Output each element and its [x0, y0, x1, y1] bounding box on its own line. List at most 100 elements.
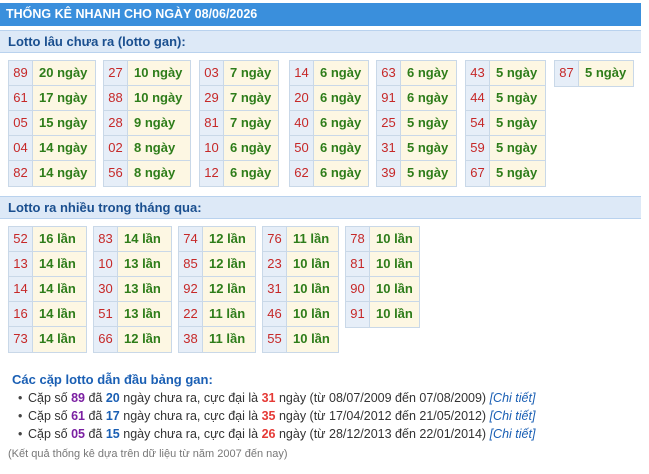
- lotto-number: 39: [377, 161, 401, 186]
- gan-column: 03 7 ngày 29 7 ngày 81 7 ngày 10 6 ngày 12 6 ngày: [199, 60, 279, 187]
- pairs-list: • Cặp số 89 đã 20 ngày chưa ra, cực đại l…: [12, 389, 637, 443]
- lotto-number: 74: [179, 227, 203, 251]
- gan-column: 27 10 ngày 88 10 ngày 28 9 ngày 02 8 ngày 56 8 ng…: [103, 60, 191, 187]
- gan-row: 56 8 ngày: [104, 161, 190, 186]
- lotto-count: 5 ngày: [490, 61, 545, 85]
- pair-suffix: ngày (từ 08/07/2009 đến 07/08/2009): [275, 391, 490, 405]
- page-title: THỐNG KÊ NHANH CHO NGÀY 08/06/2026: [0, 3, 641, 26]
- lotto-count: 5 ngày: [401, 136, 456, 160]
- pair-mid1: đã: [85, 409, 106, 423]
- lotto-number: 89: [9, 61, 33, 85]
- pair-max: 35: [261, 409, 276, 423]
- pair-days: 20: [105, 391, 120, 405]
- frequent-column: 78 10 lần 81 10 lần 90 10 lần 91 10 lần: [345, 226, 420, 328]
- lotto-number: 85: [179, 252, 203, 276]
- gan-row: 50 6 ngày: [290, 136, 368, 161]
- lotto-count: 5 ngày: [401, 111, 456, 135]
- lotto-number: 16: [9, 302, 33, 326]
- gan-row: 91 6 ngày: [377, 86, 456, 111]
- lotto-number: 83: [94, 227, 118, 251]
- gan-row: 63 6 ngày: [377, 61, 456, 86]
- lotto-number: 14: [9, 277, 33, 301]
- lotto-count: 13 lần: [118, 252, 171, 276]
- gan-row: 67 5 ngày: [466, 161, 545, 186]
- pair-mid2: ngày chưa ra, cực đại là: [119, 391, 262, 405]
- lotto-count: 10 lần: [287, 252, 338, 276]
- gan-row: 02 8 ngày: [104, 136, 190, 161]
- lotto-number: 31: [263, 277, 287, 301]
- frequent-row: 31 10 lần: [263, 277, 338, 302]
- lotto-count: 14 ngày: [33, 136, 95, 160]
- frequent-column: 52 16 lần 13 14 lần 14 14 lần 16 14 lần 73 14 lần: [8, 226, 87, 353]
- gan-column: 89 20 ngày 61 17 ngày 05 15 ngày 04 14 ngày 82 14…: [8, 60, 96, 187]
- lotto-count: 6 ngày: [314, 86, 368, 110]
- lotto-count: 13 lần: [118, 302, 171, 326]
- frequent-row: 38 11 lần: [179, 327, 255, 352]
- lotto-count: 14 ngày: [33, 161, 95, 186]
- gan-column: 87 5 ngày: [554, 60, 634, 87]
- lotto-number: 27: [104, 61, 128, 85]
- lotto-number: 90: [346, 277, 370, 301]
- lotto-number: 50: [290, 136, 314, 160]
- detail-link[interactable]: [Chi tiết]: [490, 427, 536, 441]
- gan-row: 40 6 ngày: [290, 111, 368, 136]
- frequent-row: 55 10 lần: [263, 327, 338, 352]
- lotto-number: 92: [179, 277, 203, 301]
- lotto-number: 88: [104, 86, 128, 110]
- lotto-count: 6 ngày: [314, 136, 368, 160]
- lotto-number: 87: [555, 61, 579, 86]
- gan-row: 25 5 ngày: [377, 111, 456, 136]
- lotto-count: 10 lần: [370, 252, 419, 276]
- lotto-count: 11 lần: [203, 327, 255, 352]
- lotto-count: 13 lần: [118, 277, 171, 301]
- lotto-number: 73: [9, 327, 33, 352]
- lotto-number: 81: [346, 252, 370, 276]
- detail-link[interactable]: [Chi tiết]: [490, 391, 536, 405]
- gan-column: 43 5 ngày 44 5 ngày 54 5 ngày 59 5 ngày 67 5 ngày: [465, 60, 546, 187]
- bullet: •: [18, 409, 23, 423]
- pair-max: 26: [261, 427, 276, 441]
- lotto-count: 5 ngày: [490, 161, 545, 186]
- gan-row: 81 7 ngày: [200, 111, 278, 136]
- lotto-count: 6 ngày: [401, 61, 456, 85]
- lotto-number: 43: [466, 61, 490, 85]
- lotto-number: 54: [466, 111, 490, 135]
- lotto-count: 5 ngày: [490, 136, 545, 160]
- lotto-count: 10 lần: [370, 302, 419, 327]
- lotto-number: 23: [263, 252, 287, 276]
- frequent-row: 78 10 lần: [346, 227, 419, 252]
- lotto-number: 81: [200, 111, 224, 135]
- pair-prefix: Cặp số: [28, 391, 72, 405]
- pair-suffix: ngày (từ 17/04/2012 đến 21/05/2012): [275, 409, 490, 423]
- pair-days: 17: [105, 409, 120, 423]
- gan-row: 14 6 ngày: [290, 61, 368, 86]
- lotto-number: 02: [104, 136, 128, 160]
- lotto-count: 14 lần: [33, 327, 86, 352]
- gan-row: 54 5 ngày: [466, 111, 545, 136]
- lotto-count: 14 lần: [33, 252, 86, 276]
- lotto-count: 14 lần: [118, 227, 171, 251]
- lotto-count: 8 ngày: [128, 161, 190, 186]
- lotto-count: 11 lần: [203, 302, 255, 326]
- lotto-number: 22: [179, 302, 203, 326]
- lotto-count: 5 ngày: [579, 61, 633, 86]
- pair-mid2: ngày chưa ra, cực đại là: [119, 409, 262, 423]
- lotto-number: 55: [263, 327, 287, 352]
- frequent-row: 14 14 lần: [9, 277, 86, 302]
- frequent-column: 74 12 lần 85 12 lần 92 12 lần 22 11 lần 38 11 lần: [178, 226, 256, 353]
- pair-suffix: ngày (từ 28/12/2013 đến 22/01/2014): [275, 427, 490, 441]
- frequent-row: 22 11 lần: [179, 302, 255, 327]
- gan-row: 05 15 ngày: [9, 111, 95, 136]
- lotto-count: 5 ngày: [490, 111, 545, 135]
- frequent-row: 46 10 lần: [263, 302, 338, 327]
- lotto-number: 30: [94, 277, 118, 301]
- lotto-count: 15 ngày: [33, 111, 95, 135]
- detail-link[interactable]: [Chi tiết]: [490, 409, 536, 423]
- lotto-count: 10 lần: [370, 277, 419, 301]
- lotto-count: 6 ngày: [401, 86, 456, 110]
- lotto-number: 46: [263, 302, 287, 326]
- lotto-number: 40: [290, 111, 314, 135]
- bullet: •: [18, 391, 23, 405]
- lotto-number: 76: [263, 227, 287, 251]
- gan-row: 27 10 ngày: [104, 61, 190, 86]
